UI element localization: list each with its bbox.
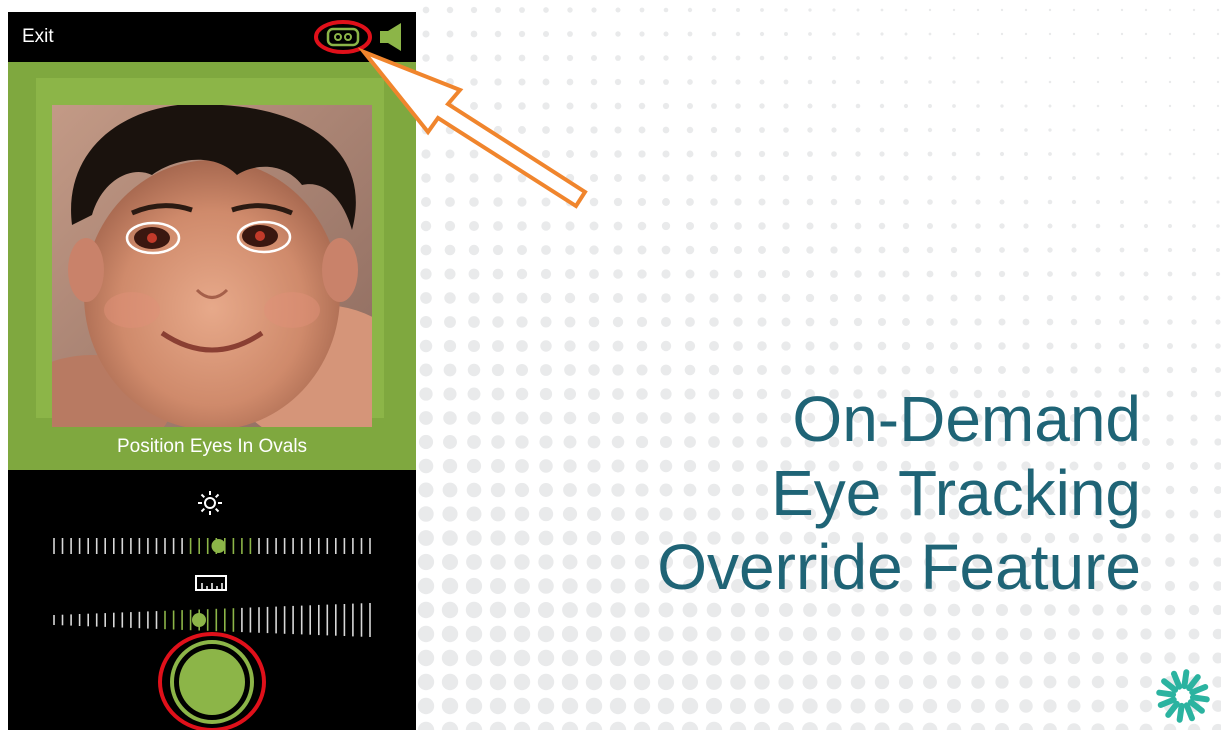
title-line-1: On-Demand [792,383,1141,455]
sun-icon [198,491,222,515]
slider-knob[interactable] [192,613,206,627]
slider-knob[interactable] [211,539,226,553]
top-bar: Exit [8,12,416,62]
instruction-text: Position Eyes In Ovals [116,436,308,457]
exit-button[interactable]: Exit [22,26,54,48]
ruler-icon [195,575,227,591]
title-line-3: Override Feature [657,531,1141,603]
brightness-slider[interactable] [50,526,374,566]
eye-tracking-toggle-icon[interactable] [313,20,373,54]
dot-pattern-background [417,6,1221,730]
phone-screen: Exit Position Eyes In Ovals [8,12,416,730]
child-face-photo [52,105,372,427]
camera-viewfinder: Position Eyes In Ovals [8,62,416,470]
title-line-2: Eye Tracking [771,457,1141,529]
slide-title: On-Demand Eye Tracking Override Feature [657,382,1141,604]
starburst-logo-icon [1156,669,1210,723]
camera-controls [8,470,416,730]
capture-button[interactable] [156,630,268,730]
slide: Exit Position Eyes In Ovals On-Demand Ey… [0,0,1221,730]
speaker-icon[interactable] [377,21,405,53]
